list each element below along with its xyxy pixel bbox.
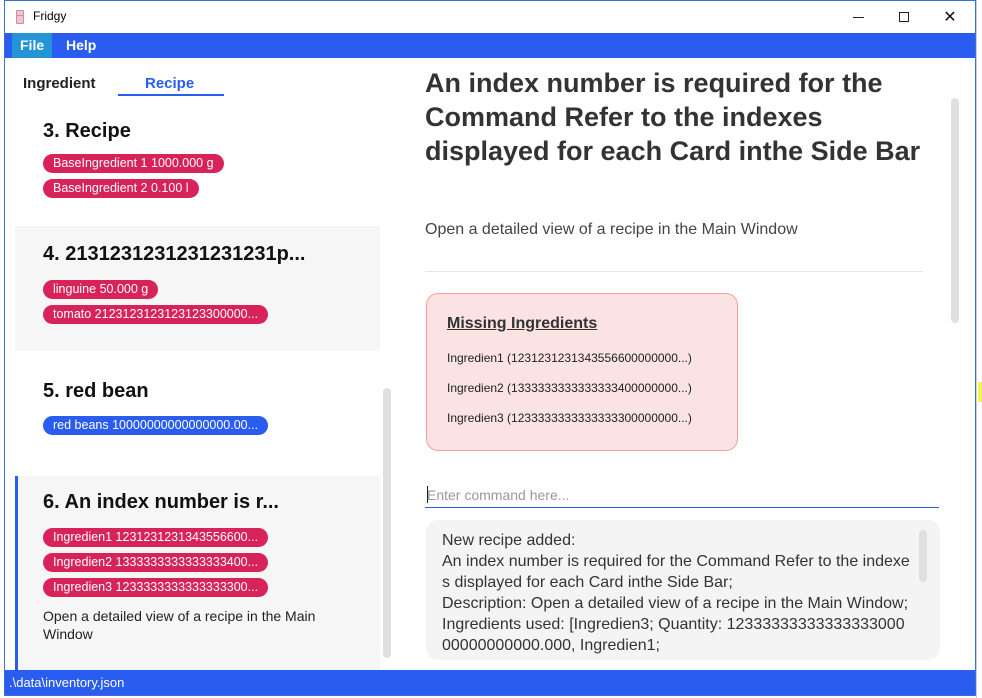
fridge-icon — [14, 10, 26, 24]
maximize-icon — [899, 12, 909, 22]
command-result-box: New recipe added: An index number is req… — [426, 520, 940, 660]
tab-ingredient[interactable]: Ingredient — [23, 75, 96, 92]
recipe-sidebar: Ingredient Recipe 3. Recipe BaseIngredie… — [5, 58, 393, 670]
ingredient-tag: tomato 2123123123123123300000... — [43, 305, 269, 324]
ingredient-tag: Ingredien2 1333333333333333400... — [43, 553, 269, 572]
detail-scrollbar[interactable] — [951, 98, 959, 323]
recipe-card-description: Open a detailed view of a recipe in the … — [43, 608, 316, 642]
recipe-card-selected[interactable]: 6. An index number is r... Ingredien1 12… — [15, 476, 380, 670]
window-title: Fridgy — [33, 9, 67, 23]
ingredient-tag: BaseIngredient 2 0.100 l — [43, 179, 199, 198]
maximize-button[interactable] — [881, 1, 927, 33]
sidebar-scrollbar[interactable] — [383, 388, 391, 658]
result-scrollbar[interactable] — [919, 530, 927, 582]
ingredient-tag: Ingredien3 1233333333333333300... — [43, 578, 269, 597]
recipe-card-title: 3. Recipe — [43, 120, 131, 142]
title-bar: Fridgy ✕ — [5, 1, 975, 33]
close-icon: ✕ — [943, 7, 957, 26]
ingredient-tag: linguine 50.000 g — [43, 280, 159, 299]
recipe-card-title: 4. 2131231231231231231p... — [43, 243, 306, 265]
background-window-fragment — [976, 0, 982, 698]
tab-recipe[interactable]: Recipe — [145, 75, 194, 92]
selection-indicator — [15, 476, 18, 670]
recipe-card-title: 6. An index number is r... — [43, 491, 279, 513]
background-highlight — [978, 382, 982, 402]
ingredient-tag: Ingredien1 1231231231343556600... — [43, 528, 269, 547]
menu-bar: File Help — [5, 33, 975, 58]
text-caret — [427, 486, 428, 503]
recipe-card[interactable]: 4. 2131231231231231231p... linguine 50.0… — [15, 226, 380, 351]
ingredient-tag: red beans 10000000000000000.00... — [43, 416, 269, 435]
missing-ingredient-item: Ingredien2 (1333333333333333400000000...… — [447, 381, 692, 395]
app-window: Fridgy ✕ File Help Ingredient Recipe 3. … — [4, 0, 976, 696]
minimize-button[interactable] — [835, 1, 881, 33]
command-input[interactable] — [425, 483, 939, 508]
data-file-path: .\data\inventory.json — [9, 675, 125, 690]
recipe-card-title: 5. red bean — [43, 380, 149, 402]
missing-ingredient-item: Ingredien1 (1231231231343556600000000...… — [447, 351, 692, 365]
missing-ingredient-item: Ingredien3 (1233333333333333300000000...… — [447, 411, 692, 425]
recipe-card[interactable]: 3. Recipe BaseIngredient 1 1000.000 g Ba… — [15, 106, 380, 224]
command-result-text: New recipe added: An index number is req… — [442, 532, 910, 654]
minimize-icon — [852, 16, 864, 18]
menu-help[interactable]: Help — [58, 33, 104, 58]
status-bar: .\data\inventory.json — [5, 670, 975, 695]
ingredient-tag: BaseIngredient 1 1000.000 g — [43, 154, 224, 173]
active-tab-indicator — [118, 94, 224, 96]
detail-title: An index number is required for the Comm… — [425, 68, 921, 166]
recipe-detail-panel: An index number is required for the Comm… — [405, 58, 975, 670]
recipe-card[interactable]: 5. red bean red beans 10000000000000000.… — [15, 353, 380, 473]
divider — [425, 271, 923, 272]
close-button[interactable]: ✕ — [927, 1, 973, 33]
missing-ingredients-title: Missing Ingredients — [447, 315, 598, 332]
detail-description: Open a detailed view of a recipe in the … — [425, 221, 798, 238]
missing-ingredients-box: Missing Ingredients Ingredien1 (12312312… — [426, 293, 738, 451]
menu-file[interactable]: File — [12, 33, 53, 58]
